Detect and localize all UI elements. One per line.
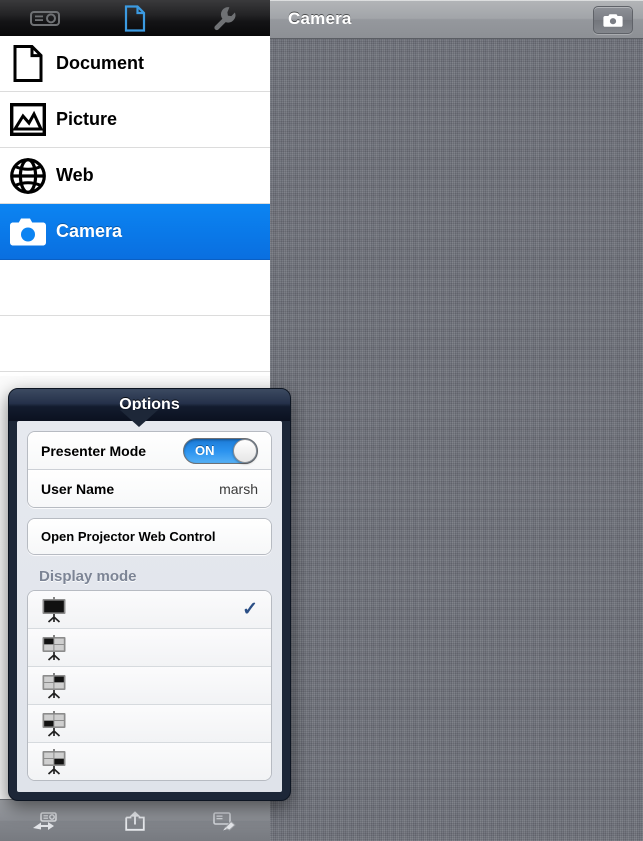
user-name-label: User Name — [41, 480, 115, 497]
toggle-knob — [233, 438, 257, 463]
sidebar-item-web[interactable]: Web — [0, 148, 270, 204]
presenter-mode-toggle[interactable]: ON — [183, 437, 258, 464]
toggle-state-label: ON — [195, 442, 215, 458]
display-mode-option-bottom-left[interactable]: ✓ — [28, 705, 271, 743]
camera-capture-button[interactable] — [593, 6, 633, 34]
display-mode-option-top-left[interactable]: ✓ — [28, 629, 271, 667]
display-mode-group: ✓ ✓ — [27, 590, 272, 781]
app-root: Camera Document Picture Web Camera Optio… — [0, 0, 643, 841]
share-export-icon — [125, 810, 145, 831]
picture-image-icon — [0, 103, 56, 136]
sidebar-item-label: Document — [56, 53, 145, 73]
bottom-toolbar — [0, 799, 270, 841]
content-pane — [270, 0, 643, 841]
display-mode-option-full[interactable]: ✓ — [28, 591, 271, 629]
share-export-button[interactable] — [90, 800, 180, 841]
sidebar-item-label: Camera — [56, 221, 123, 241]
projector-icon — [30, 10, 60, 26]
options-popover: Options Presenter Mode ON User Name mars… — [8, 388, 291, 801]
popover-arrow — [120, 410, 158, 427]
display-mode-section-label: Display mode — [39, 568, 137, 585]
settings-tab[interactable] — [180, 0, 270, 36]
projector-quadrant-bottom-left-icon — [42, 710, 66, 737]
document-icon — [124, 4, 146, 32]
projector-tab[interactable] — [0, 0, 90, 36]
camera-icon — [603, 13, 623, 27]
document-tab[interactable] — [90, 0, 180, 36]
sidebar-item-empty-2 — [0, 316, 270, 372]
presenter-mode-row[interactable]: Presenter Mode ON — [28, 432, 271, 470]
page-title: Camera — [288, 9, 352, 28]
open-projector-web-control-button[interactable]: Open Projector Web Control — [28, 519, 271, 554]
camera-icon — [0, 217, 56, 247]
projector-quadrant-top-left-icon — [42, 634, 66, 661]
sidebar-item-camera[interactable]: Camera — [0, 204, 270, 260]
projector-quadrant-bottom-right-icon — [42, 748, 66, 775]
projector-full-screen-icon — [42, 596, 66, 623]
sidebar-list: Document Picture Web Camera — [0, 36, 270, 376]
presenter-mode-label: Presenter Mode — [41, 442, 147, 459]
annotate-screen-button[interactable] — [180, 800, 270, 841]
globe-icon — [0, 157, 56, 194]
user-name-row[interactable]: User Name marsh — [28, 470, 271, 507]
projector-web-control-group: Open Projector Web Control — [27, 518, 272, 555]
sidebar-item-label: Web — [56, 165, 94, 185]
document-page-icon — [0, 45, 56, 82]
sidebar-item-empty-1 — [0, 260, 270, 316]
sidebar-item-document[interactable]: Document — [0, 36, 270, 92]
settings-group: Presenter Mode ON User Name marsh — [27, 431, 272, 508]
projector-send-icon — [33, 811, 57, 830]
projector-quadrant-top-right-icon — [42, 672, 66, 699]
content-header: Camera — [270, 0, 643, 39]
sidebar-item-picture[interactable]: Picture — [0, 92, 270, 148]
wrench-icon — [214, 7, 236, 31]
popover-body: Presenter Mode ON User Name marsh Open P… — [17, 421, 282, 792]
annotate-screen-icon — [213, 811, 236, 831]
display-mode-option-top-right[interactable]: ✓ — [28, 667, 271, 705]
selected-check-icon: ✓ — [242, 599, 258, 620]
sidebar-item-label: Picture — [56, 109, 118, 129]
projector-send-button[interactable] — [0, 800, 90, 841]
display-mode-option-bottom-right[interactable]: ✓ — [28, 743, 271, 780]
user-name-value: marsh — [219, 480, 258, 497]
top-tabbar — [0, 0, 270, 37]
